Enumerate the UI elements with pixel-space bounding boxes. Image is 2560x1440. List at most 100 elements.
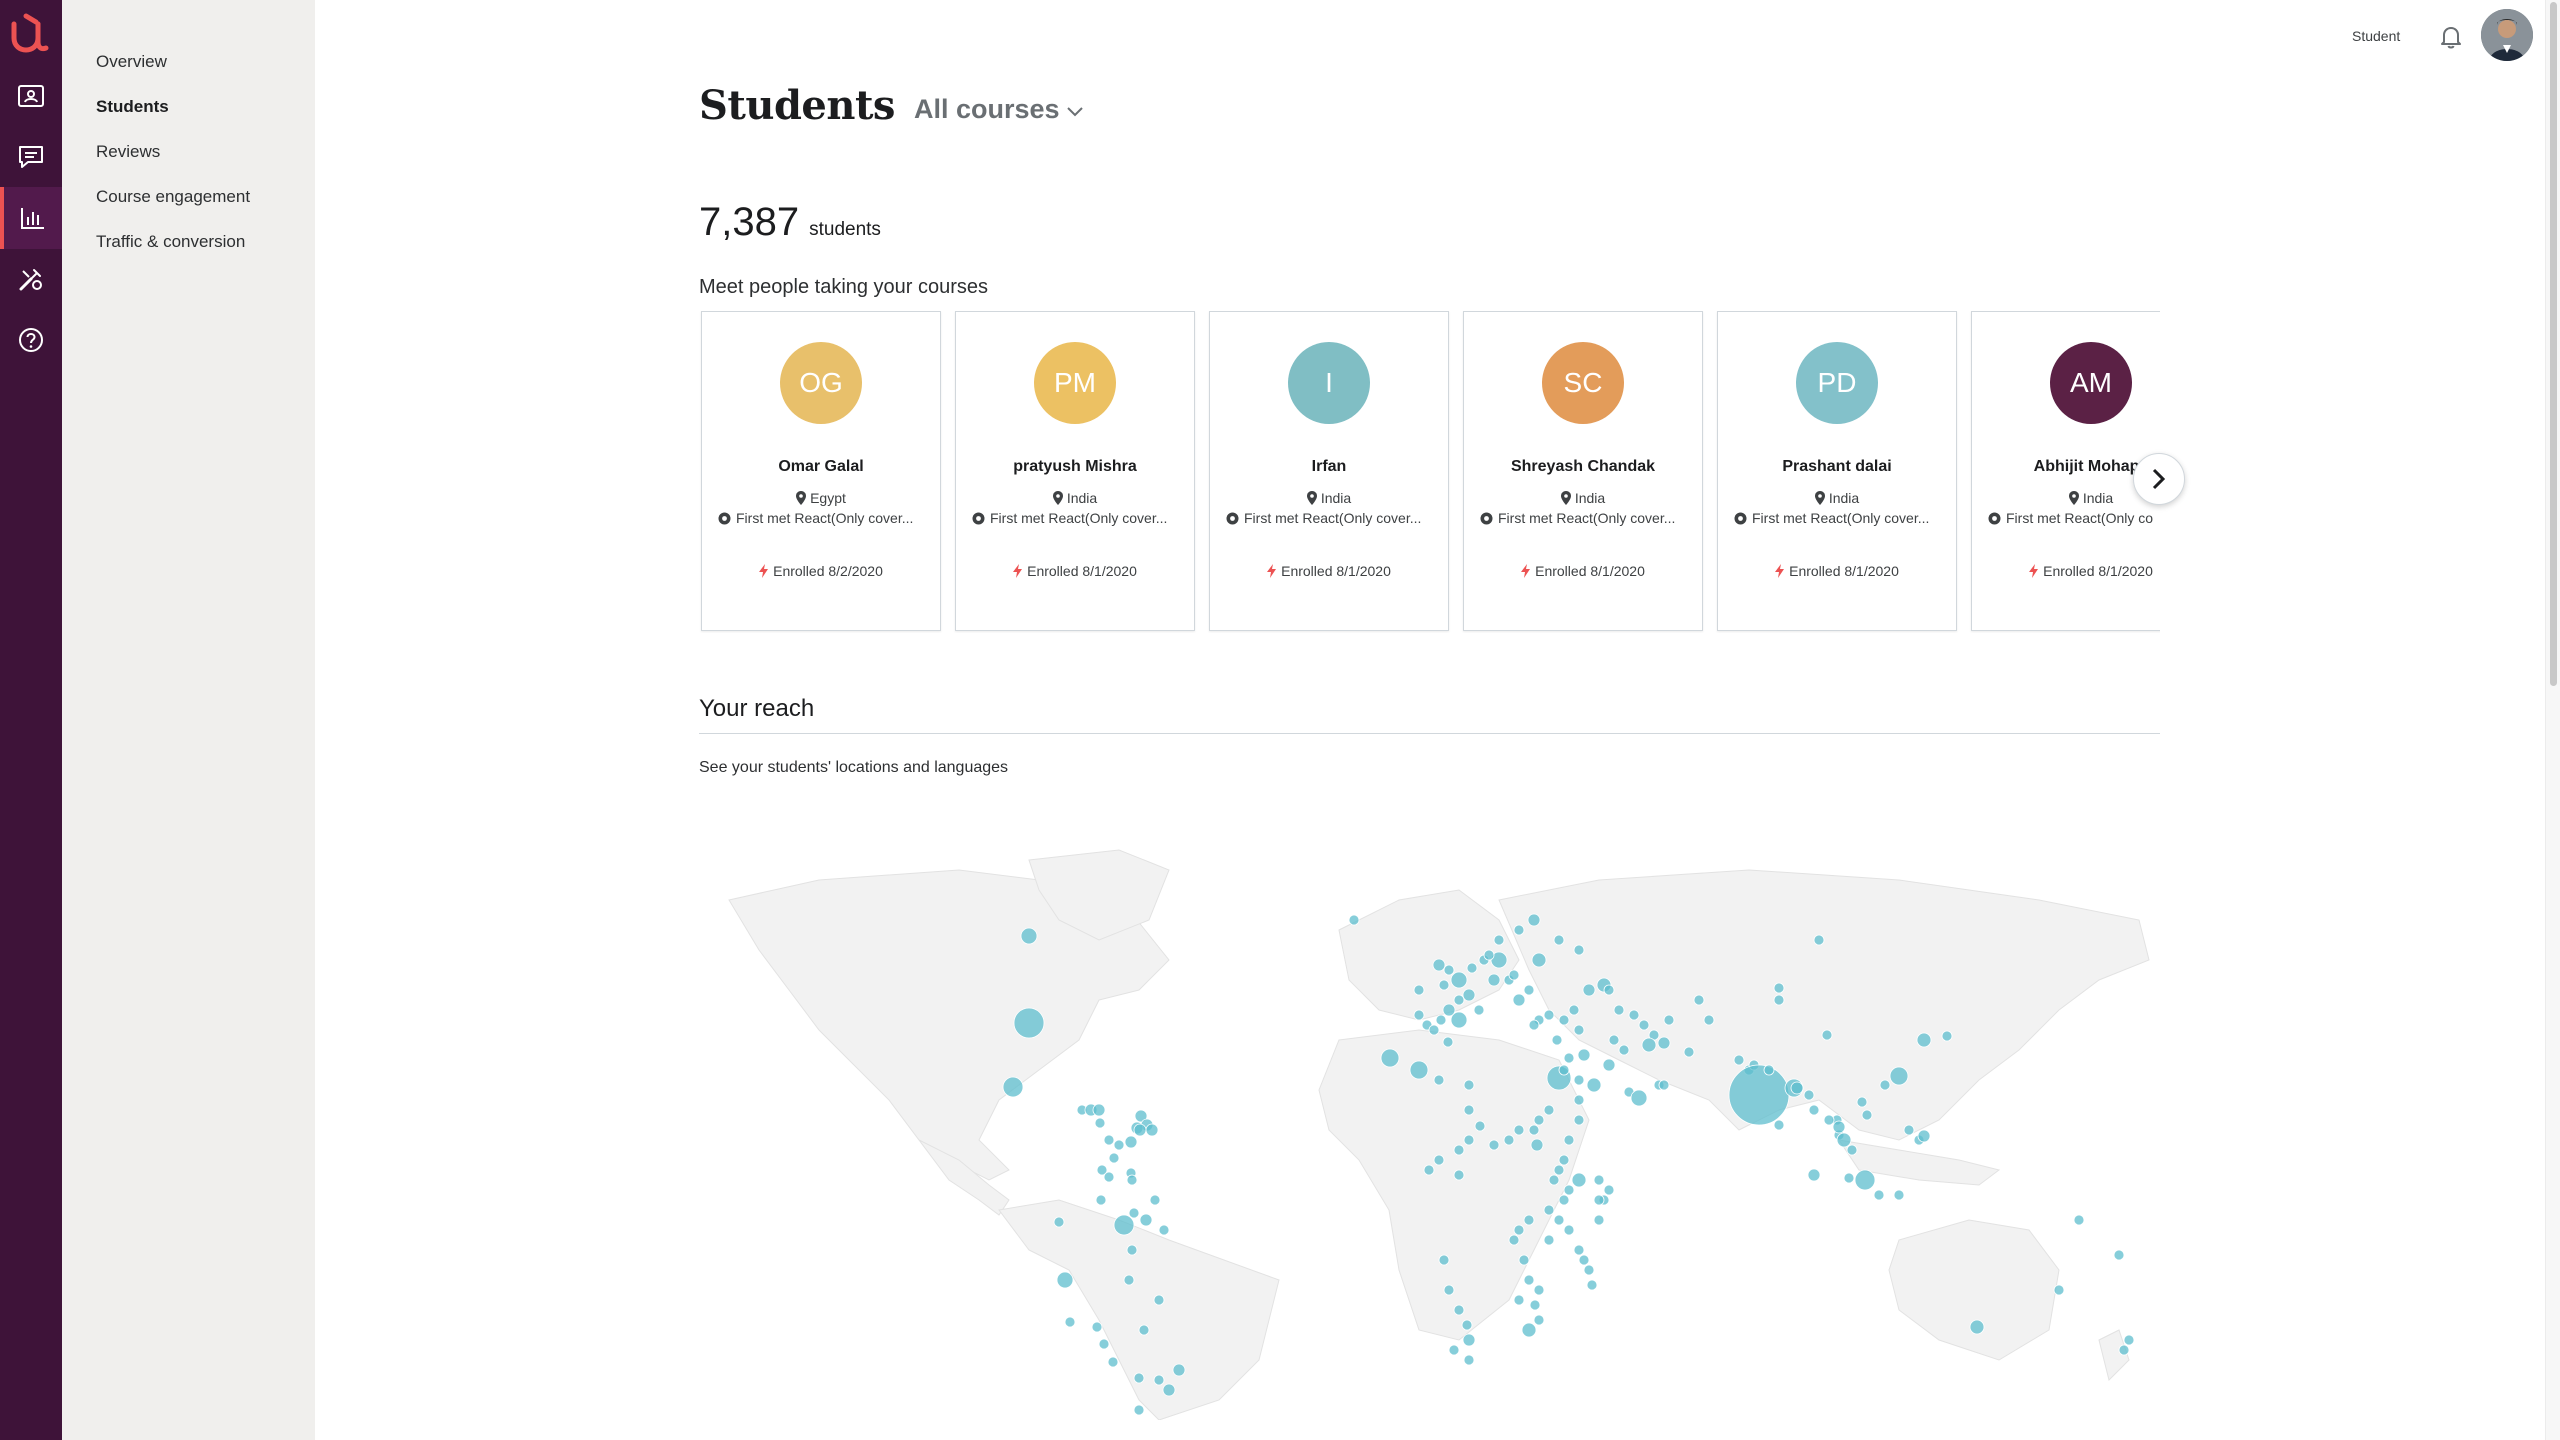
location-bubble[interactable] bbox=[1568, 1004, 1580, 1016]
performance-icon[interactable] bbox=[0, 187, 62, 249]
location-bubble[interactable] bbox=[1630, 1089, 1648, 1107]
location-bubble[interactable] bbox=[1533, 1114, 1545, 1126]
location-bubble[interactable] bbox=[1521, 1322, 1537, 1338]
location-bubble[interactable] bbox=[1613, 1004, 1625, 1016]
location-bubble[interactable] bbox=[1533, 1284, 1545, 1296]
nav-item-students[interactable]: Students bbox=[96, 97, 169, 117]
location-bubble[interactable] bbox=[1618, 1044, 1630, 1056]
location-bubble[interactable] bbox=[1543, 1104, 1555, 1116]
location-bubble[interactable] bbox=[1558, 1064, 1570, 1076]
location-bubble[interactable] bbox=[1433, 1074, 1445, 1086]
location-bubble[interactable] bbox=[1586, 1077, 1602, 1093]
location-bubble[interactable] bbox=[1473, 1004, 1485, 1016]
location-bubble[interactable] bbox=[1558, 1194, 1570, 1206]
location-bubble[interactable] bbox=[1450, 971, 1468, 989]
location-bubble[interactable] bbox=[1453, 1169, 1465, 1181]
location-bubble[interactable] bbox=[1162, 1383, 1176, 1397]
location-bubble[interactable] bbox=[2123, 1334, 2135, 1346]
location-bubble[interactable] bbox=[1098, 1338, 1110, 1350]
location-bubble[interactable] bbox=[1773, 994, 1785, 1006]
user-avatar[interactable] bbox=[2481, 9, 2533, 61]
location-bubble[interactable] bbox=[1428, 1024, 1440, 1036]
location-bubble[interactable] bbox=[1563, 1052, 1575, 1064]
location-bubble[interactable] bbox=[1763, 1064, 1775, 1076]
location-bubble[interactable] bbox=[1443, 1284, 1455, 1296]
location-bubble[interactable] bbox=[1843, 1172, 1855, 1184]
location-bubble[interactable] bbox=[1558, 1014, 1570, 1026]
location-bubble[interactable] bbox=[1553, 934, 1565, 946]
location-bubble[interactable] bbox=[1453, 1144, 1465, 1156]
location-bubble[interactable] bbox=[1466, 962, 1478, 974]
nav-item-reviews[interactable]: Reviews bbox=[96, 142, 160, 162]
location-bubble[interactable] bbox=[1551, 1034, 1563, 1046]
location-bubble[interactable] bbox=[1512, 993, 1526, 1007]
location-bubble[interactable] bbox=[1571, 1172, 1587, 1188]
location-bubble[interactable] bbox=[2113, 1249, 2125, 1261]
location-bubble[interactable] bbox=[1172, 1363, 1186, 1377]
location-bubble[interactable] bbox=[1523, 1214, 1535, 1226]
location-bubble[interactable] bbox=[1683, 1046, 1695, 1058]
location-bubble[interactable] bbox=[1432, 958, 1446, 972]
location-bubble[interactable] bbox=[1543, 1009, 1555, 1021]
location-bubble[interactable] bbox=[1413, 1009, 1425, 1021]
location-bubble[interactable] bbox=[1523, 1274, 1535, 1286]
location-bubble[interactable] bbox=[1108, 1152, 1120, 1164]
location-bubble[interactable] bbox=[1603, 1184, 1615, 1196]
page-scrollbar[interactable] bbox=[2545, 0, 2560, 1440]
location-bubble[interactable] bbox=[1553, 1164, 1565, 1176]
location-bubble[interactable] bbox=[1663, 1014, 1675, 1026]
location-bubble[interactable] bbox=[1138, 1324, 1150, 1336]
location-bubble[interactable] bbox=[1638, 1019, 1650, 1031]
student-card[interactable]: AM Abhijit Mohapa India First met React(Onl… bbox=[1971, 311, 2160, 631]
location-bubble[interactable] bbox=[1513, 1124, 1525, 1136]
location-bubble[interactable] bbox=[1593, 1174, 1605, 1186]
carousel-next-button[interactable] bbox=[2133, 453, 2185, 505]
location-bubble[interactable] bbox=[1548, 1174, 1560, 1186]
location-bubble[interactable] bbox=[1573, 944, 1585, 956]
location-bubble[interactable] bbox=[1693, 994, 1705, 1006]
student-card[interactable]: I Irfan India First met React(Only cover...… bbox=[1209, 311, 1449, 631]
location-bubble[interactable] bbox=[1553, 1214, 1565, 1226]
location-bubble[interactable] bbox=[1582, 983, 1596, 997]
location-bubble[interactable] bbox=[1578, 1254, 1590, 1266]
location-bubble[interactable] bbox=[1348, 914, 1360, 926]
location-bubble[interactable] bbox=[1461, 1319, 1473, 1331]
location-bubble[interactable] bbox=[1846, 1144, 1858, 1156]
location-bubble[interactable] bbox=[1733, 1054, 1745, 1066]
location-bubble[interactable] bbox=[1483, 949, 1495, 961]
location-bubble[interactable] bbox=[1092, 1103, 1106, 1117]
location-bubble[interactable] bbox=[1889, 1066, 1909, 1086]
student-card[interactable]: SC Shreyash Chandak India First met React(O… bbox=[1463, 311, 1703, 631]
location-bubble[interactable] bbox=[1462, 1333, 1476, 1347]
location-bubble[interactable] bbox=[1856, 1096, 1868, 1108]
location-bubble[interactable] bbox=[1474, 1120, 1486, 1132]
location-bubble[interactable] bbox=[1149, 1194, 1161, 1206]
location-bubble[interactable] bbox=[1790, 1081, 1804, 1095]
location-bubble[interactable] bbox=[1529, 1299, 1541, 1311]
location-bubble[interactable] bbox=[1128, 1207, 1140, 1219]
location-bubble[interactable] bbox=[1773, 1119, 1785, 1131]
location-bubble[interactable] bbox=[1487, 973, 1501, 987]
location-bubble[interactable] bbox=[1380, 1048, 1400, 1068]
location-bubble[interactable] bbox=[1113, 1214, 1135, 1236]
location-bubble[interactable] bbox=[1124, 1135, 1138, 1149]
location-bubble[interactable] bbox=[1438, 1254, 1450, 1266]
location-bubble[interactable] bbox=[1463, 1134, 1475, 1146]
location-bubble[interactable] bbox=[1573, 1114, 1585, 1126]
location-bubble[interactable] bbox=[1133, 1123, 1147, 1137]
location-bubble[interactable] bbox=[1533, 1314, 1545, 1326]
location-bubble[interactable] bbox=[1773, 982, 1785, 994]
communication-icon[interactable] bbox=[0, 126, 62, 188]
location-bubble[interactable] bbox=[1917, 1129, 1931, 1143]
location-bubble[interactable] bbox=[2073, 1214, 2085, 1226]
location-bubble[interactable] bbox=[1969, 1319, 1985, 1335]
location-bubble[interactable] bbox=[1563, 1184, 1575, 1196]
location-bubble[interactable] bbox=[1573, 1094, 1585, 1106]
location-bubble[interactable] bbox=[1013, 1007, 1045, 1039]
location-bubble[interactable] bbox=[1103, 1134, 1115, 1146]
location-bubble[interactable] bbox=[1628, 1009, 1640, 1021]
location-bubble[interactable] bbox=[1531, 952, 1547, 968]
location-bubble[interactable] bbox=[1409, 1060, 1429, 1080]
location-bubble[interactable] bbox=[1657, 1036, 1671, 1050]
location-bubble[interactable] bbox=[1513, 924, 1525, 936]
